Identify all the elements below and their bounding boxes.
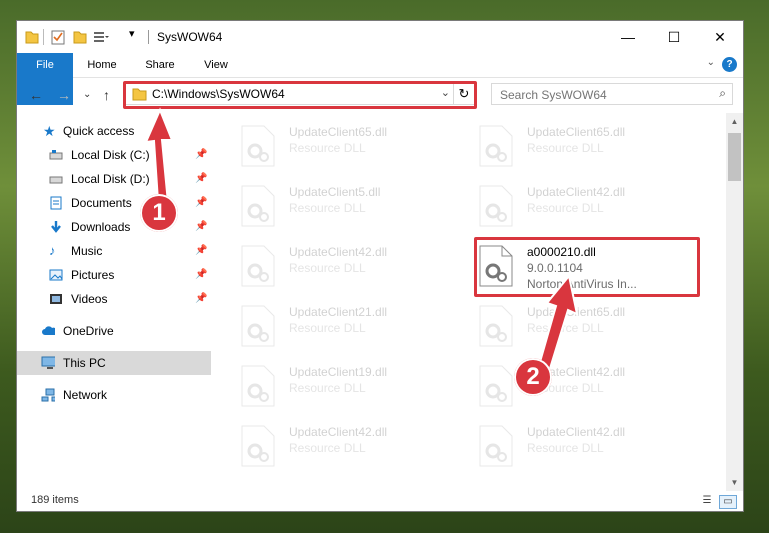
arrow-2 (536, 273, 579, 377)
callout-badge-1: 1 (140, 194, 178, 232)
callout-badge-2: 2 (514, 358, 552, 396)
callout-arrows (144, 107, 579, 377)
